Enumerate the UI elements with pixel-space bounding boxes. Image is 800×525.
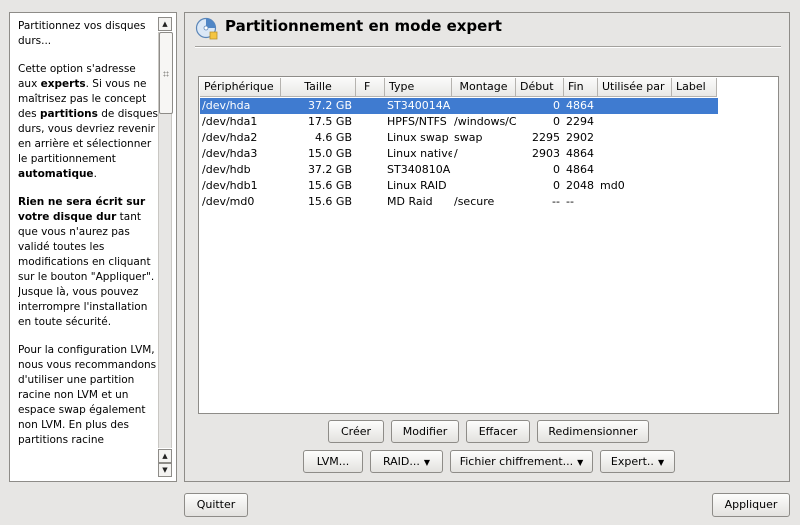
triangle-up-icon: ▲ <box>162 20 168 28</box>
scroll-up-button-lower[interactable]: ▲ <box>158 449 172 463</box>
grip-icon <box>163 71 169 77</box>
help-paragraph-4: Pour la configuration LVM, nous vous rec… <box>18 344 157 446</box>
modify-button[interactable]: Modifier <box>391 420 459 443</box>
table-row[interactable]: /dev/md0 15.6 GB MD Raid /secure -- -- <box>200 194 718 210</box>
help-paragraph-3: Rien ne sera écrit sur votre disque dur … <box>18 196 155 328</box>
scroll-track[interactable] <box>158 32 173 448</box>
triangle-down-icon: ▼ <box>577 458 584 467</box>
raid-menu-button[interactable]: RAID... ▼ <box>370 450 443 473</box>
delete-button[interactable]: Effacer <box>466 420 530 443</box>
lvm-button[interactable]: LVM... <box>303 450 363 473</box>
help-paragraph-1: Partitionnez vos disques durs... <box>18 20 146 47</box>
crypt-file-menu-button[interactable]: Fichier chiffrement... ▼ <box>450 450 593 473</box>
triangle-down-icon: ▼ <box>423 458 431 467</box>
main-pane: Partitionnement en mode expert Périphéri… <box>184 12 790 482</box>
create-button[interactable]: Créer <box>328 420 384 443</box>
page-title: Partitionnement en mode expert <box>225 17 502 35</box>
table-row[interactable]: /dev/hda1 17.5 GB HPFS/NTFS /windows/C 0… <box>200 114 718 130</box>
table-row[interactable]: /dev/hda 37.2 GB ST340014A 0 4864 <box>200 98 718 114</box>
column-header-f[interactable]: F <box>356 78 385 97</box>
quit-button[interactable]: Quitter <box>184 493 248 517</box>
table-header: Périphérique Taille F Type Montage Début… <box>200 78 718 97</box>
triangle-up-icon: ▲ <box>162 452 168 460</box>
column-header-size[interactable]: Taille <box>281 78 356 97</box>
column-header-device[interactable]: Périphérique <box>200 78 281 97</box>
table-row[interactable]: /dev/hda2 4.6 GB Linux swap swap 2295 29… <box>200 130 718 146</box>
table-rows: /dev/hda 37.2 GB ST340014A 0 4864 /dev/h… <box>200 98 718 210</box>
help-scrollbar[interactable]: ▲ ▲ ▼ <box>158 17 173 477</box>
title-separator <box>195 46 781 48</box>
column-header-used-by[interactable]: Utilisée par <box>598 78 672 97</box>
triangle-down-icon: ▼ <box>657 458 665 467</box>
expert-menu-button[interactable]: Expert.. ▼ <box>600 450 675 473</box>
table-row[interactable]: /dev/hdb1 15.6 GB Linux RAID 0 2048 md0 <box>200 178 718 194</box>
triangle-down-icon: ▼ <box>162 466 168 474</box>
resize-button[interactable]: Redimensionner <box>537 420 649 443</box>
column-header-label[interactable]: Label <box>672 78 717 97</box>
scroll-down-button[interactable]: ▼ <box>158 463 172 477</box>
disk-partition-icon <box>195 17 218 40</box>
table-row[interactable]: /dev/hdb 37.2 GB ST340810A 0 4864 <box>200 162 718 178</box>
help-pane: Partitionnez vos disques durs... Cette o… <box>9 12 177 482</box>
scroll-thumb[interactable] <box>159 32 173 114</box>
column-header-start[interactable]: Début <box>516 78 564 97</box>
column-header-end[interactable]: Fin <box>564 78 598 97</box>
column-header-mount[interactable]: Montage <box>452 78 516 97</box>
help-paragraph-2: Cette option s'adresse aux experts. Si v… <box>18 63 158 180</box>
column-header-type[interactable]: Type <box>385 78 452 97</box>
apply-button[interactable]: Appliquer <box>712 493 790 517</box>
table-row[interactable]: /dev/hda3 15.0 GB Linux native / 2903 48… <box>200 146 718 162</box>
partition-table[interactable]: Périphérique Taille F Type Montage Début… <box>198 76 779 414</box>
scroll-up-button[interactable]: ▲ <box>158 17 172 31</box>
help-text: Partitionnez vos disques durs... Cette o… <box>18 19 158 479</box>
